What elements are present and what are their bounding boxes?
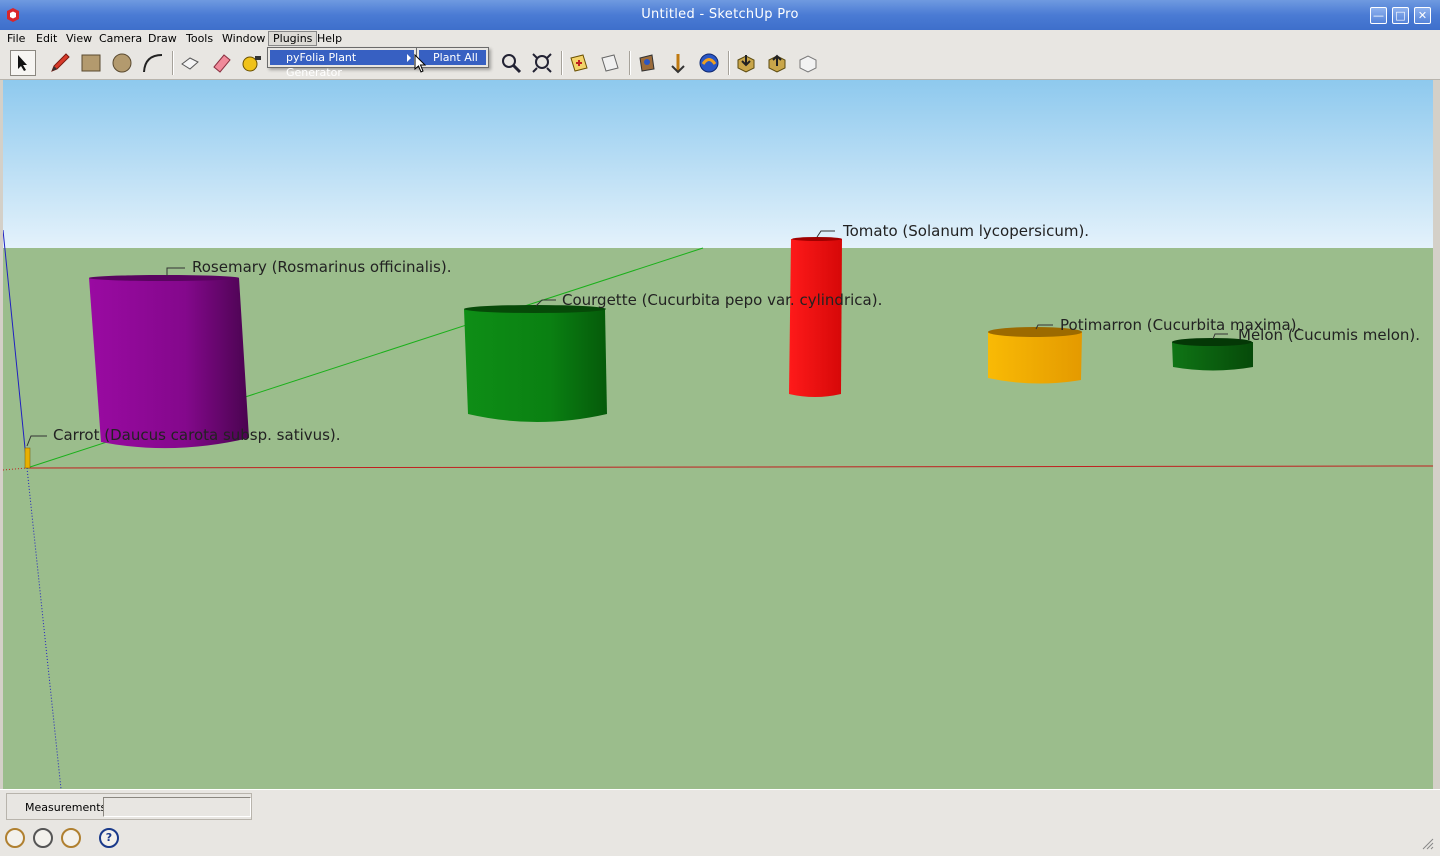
menu-item-pyfolia-plant-generator[interactable]: pyFolia Plant Generator xyxy=(270,50,414,79)
minimize-button[interactable]: — xyxy=(1370,7,1387,24)
make-component-icon[interactable] xyxy=(177,50,203,76)
label-tomato: Tomato (Solanum lycopersicum). xyxy=(843,222,1090,240)
main-toolbar xyxy=(0,47,1440,80)
maximize-button[interactable]: □ xyxy=(1392,7,1409,24)
courgette-pot[interactable] xyxy=(464,299,607,422)
menu-help[interactable]: Help xyxy=(313,31,346,46)
look-around-icon[interactable] xyxy=(696,50,722,76)
pencil-icon[interactable] xyxy=(47,50,73,76)
user-account-icon[interactable] xyxy=(61,828,81,848)
rectangle-icon[interactable] xyxy=(78,50,104,76)
label-rosemary: Rosemary (Rosmarinus officinalis). xyxy=(192,258,452,276)
modeling-viewport[interactable]: Rosemary (Rosmarinus officinalis). Courg… xyxy=(3,80,1433,789)
submenu-arrow-icon xyxy=(407,54,411,62)
share-component-icon[interactable] xyxy=(795,50,821,76)
menu-window[interactable]: Window xyxy=(218,31,269,46)
geo-location-icon[interactable] xyxy=(5,828,25,848)
mouse-cursor-icon xyxy=(414,54,427,73)
close-button[interactable]: ✕ xyxy=(1414,7,1431,24)
measurements-label: Measurements xyxy=(25,801,107,814)
label-courgette: Courgette (Cucurbita pepo var. cylindric… xyxy=(562,291,883,309)
sky xyxy=(3,80,1433,248)
select-tool-icon[interactable] xyxy=(10,50,36,76)
title-bar: Untitled - SketchUp Pro — □ ✕ xyxy=(0,0,1440,30)
rosemary-pot[interactable] xyxy=(89,267,249,449)
share-model-icon[interactable] xyxy=(764,50,790,76)
menu-camera[interactable]: Camera xyxy=(95,31,146,46)
tomato-pot[interactable] xyxy=(789,230,842,397)
menu-view[interactable]: View xyxy=(62,31,96,46)
eraser-icon[interactable] xyxy=(208,50,234,76)
previous-view-icon[interactable] xyxy=(566,50,592,76)
menu-tools[interactable]: Tools xyxy=(182,31,217,46)
zoom-icon[interactable] xyxy=(498,50,524,76)
menu-draw[interactable]: Draw xyxy=(144,31,181,46)
menu-bar: File Edit View Camera Draw Tools Window … xyxy=(0,30,1440,47)
walk-icon[interactable] xyxy=(665,50,691,76)
get-models-icon[interactable] xyxy=(733,50,759,76)
window-title: Untitled - SketchUp Pro xyxy=(641,7,799,22)
credits-icon[interactable] xyxy=(33,828,53,848)
menu-item-plant-all[interactable]: Plant All xyxy=(419,50,486,65)
menu-plugins[interactable]: Plugins xyxy=(268,31,318,46)
help-icon[interactable]: ? xyxy=(99,828,119,848)
menu-file[interactable]: File xyxy=(3,31,29,46)
next-view-icon[interactable] xyxy=(597,50,623,76)
menu-edit[interactable]: Edit xyxy=(32,31,61,46)
measurements-panel: Measurements xyxy=(6,793,252,820)
circle-icon[interactable] xyxy=(109,50,135,76)
measurements-bar: Measurements xyxy=(0,789,1440,822)
measurements-input[interactable] xyxy=(103,797,251,817)
arc-icon[interactable] xyxy=(140,50,166,76)
label-melon: Melon (Cucumis melon). xyxy=(1238,326,1421,344)
resize-grip-icon[interactable] xyxy=(1422,838,1434,850)
zoom-extents-icon[interactable] xyxy=(529,50,555,76)
tape-measure-icon[interactable] xyxy=(239,50,265,76)
position-camera-icon[interactable] xyxy=(634,50,660,76)
plugins-dropdown: pyFolia Plant Generator xyxy=(267,47,417,79)
label-carrot: Carrot (Daucus carota subsp. sativus). xyxy=(53,426,341,444)
status-bar: ? xyxy=(0,822,1440,856)
